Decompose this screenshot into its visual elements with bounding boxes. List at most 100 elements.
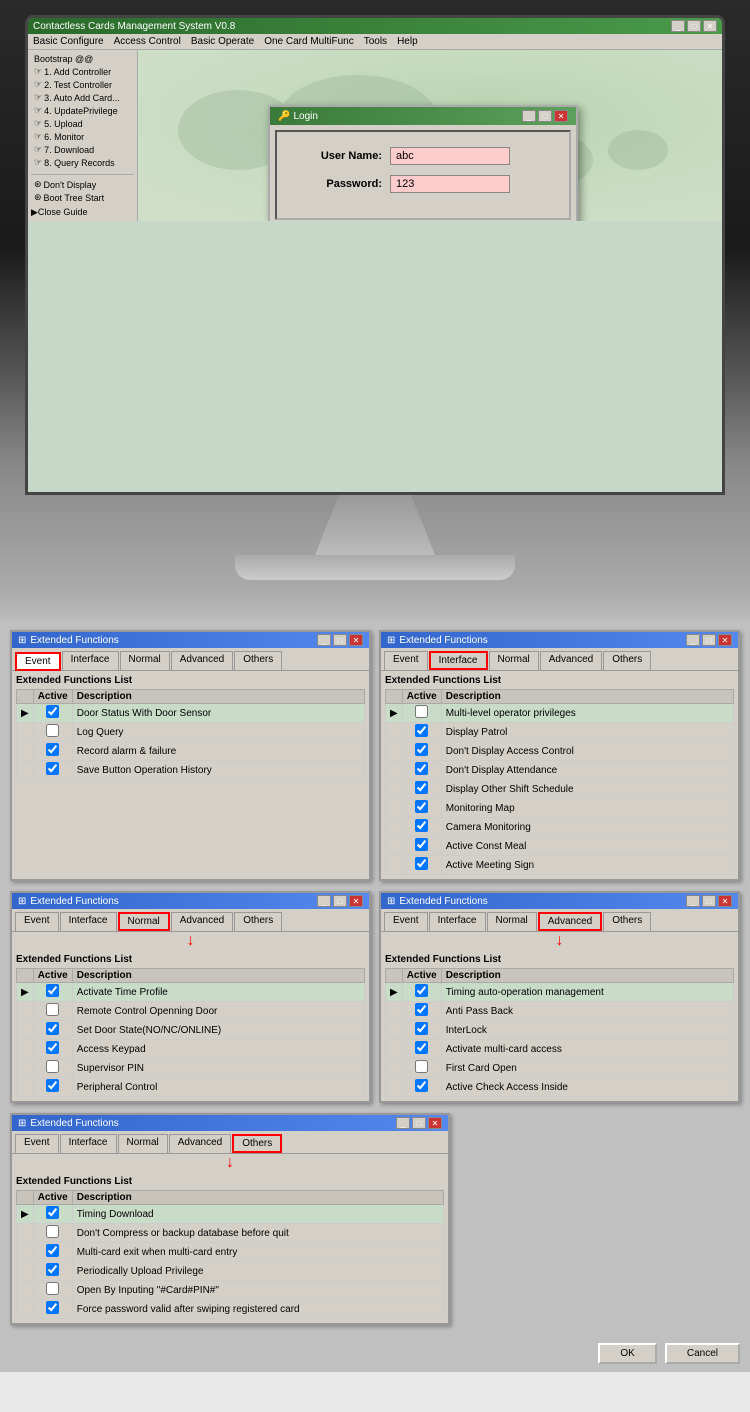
ext-panel-2-close[interactable]: ✕ [718, 634, 732, 646]
row-checkbox[interactable] [46, 1282, 59, 1295]
tab-normal-4[interactable]: Normal [487, 912, 537, 931]
checkbox-cell[interactable] [33, 1224, 72, 1243]
ext-panel-3-minimize[interactable]: _ [317, 895, 331, 907]
ext-panel-4-minimize[interactable]: _ [686, 895, 700, 907]
ext-panel-4-maximize[interactable]: □ [702, 895, 716, 907]
menu-tools[interactable]: Tools [364, 36, 387, 47]
checkbox-cell[interactable] [33, 723, 72, 742]
row-checkbox[interactable] [46, 1041, 59, 1054]
minimize-btn[interactable]: _ [671, 20, 685, 32]
ext-panel-1-minimize[interactable]: _ [317, 634, 331, 646]
login-close-btn[interactable]: ✕ [554, 110, 568, 122]
tab-normal-5[interactable]: Normal [118, 1134, 168, 1153]
tab-normal-2[interactable]: Normal [489, 651, 539, 670]
row-checkbox[interactable] [46, 1206, 59, 1219]
row-checkbox[interactable] [46, 1079, 59, 1092]
tab-event-1[interactable]: Event [15, 652, 61, 671]
checkbox-cell[interactable] [33, 983, 72, 1002]
tab-others-2[interactable]: Others [603, 651, 651, 670]
checkbox-cell[interactable] [33, 1205, 72, 1224]
row-checkbox[interactable] [46, 1263, 59, 1276]
sidebar-auto-add[interactable]: ☞3. Auto Add Card... [31, 91, 134, 104]
row-checkbox[interactable] [415, 819, 428, 832]
sidebar-download[interactable]: ☞7. Download [31, 143, 134, 156]
row-checkbox[interactable] [415, 1003, 428, 1016]
checkbox-cell[interactable] [33, 761, 72, 780]
checkbox-cell[interactable] [33, 1021, 72, 1040]
tab-interface-2[interactable]: Interface [429, 651, 488, 670]
ext-panel-4-close[interactable]: ✕ [718, 895, 732, 907]
checkbox-cell[interactable] [402, 761, 441, 780]
tab-others-1[interactable]: Others [234, 651, 282, 670]
row-checkbox[interactable] [415, 1041, 428, 1054]
checkbox-cell[interactable] [33, 1059, 72, 1078]
checkbox-cell[interactable] [33, 1300, 72, 1319]
row-checkbox[interactable] [46, 1060, 59, 1073]
row-checkbox[interactable] [46, 984, 59, 997]
row-checkbox[interactable] [46, 743, 59, 756]
ext-panel-1-close[interactable]: ✕ [349, 634, 363, 646]
checkbox-cell[interactable] [33, 1262, 72, 1281]
sidebar-query[interactable]: ☞8. Query Records [31, 156, 134, 169]
checkbox-cell[interactable] [33, 742, 72, 761]
checkbox-cell[interactable] [33, 1002, 72, 1021]
sidebar-upload[interactable]: ☞5. Upload [31, 117, 134, 130]
checkbox-cell[interactable] [402, 1040, 441, 1059]
tab-advanced-3[interactable]: Advanced [171, 912, 233, 931]
tab-event-5[interactable]: Event [15, 1134, 59, 1153]
ext-panel-1-maximize[interactable]: □ [333, 634, 347, 646]
tab-advanced-4[interactable]: Advanced [538, 912, 602, 931]
checkbox-cell[interactable] [33, 1243, 72, 1262]
checkbox-cell[interactable] [402, 799, 441, 818]
ext-panel-2-maximize[interactable]: □ [702, 634, 716, 646]
row-checkbox[interactable] [415, 762, 428, 775]
sidebar-add-controller[interactable]: ☞1. Add Controller [31, 65, 134, 78]
row-checkbox[interactable] [46, 1301, 59, 1314]
checkbox-cell[interactable] [402, 983, 441, 1002]
row-checkbox[interactable] [46, 1244, 59, 1257]
row-checkbox[interactable] [46, 1022, 59, 1035]
row-checkbox[interactable] [415, 743, 428, 756]
checkbox-cell[interactable] [33, 1281, 72, 1300]
checkbox-cell[interactable] [402, 1002, 441, 1021]
checkbox-cell[interactable] [402, 1078, 441, 1097]
tab-normal-3[interactable]: Normal [118, 912, 170, 931]
tab-advanced-2[interactable]: Advanced [540, 651, 602, 670]
tab-advanced-1[interactable]: Advanced [171, 651, 233, 670]
sidebar-test-controller[interactable]: ☞2. Test Controller [31, 78, 134, 91]
checkbox-cell[interactable] [402, 704, 441, 723]
checkbox-cell[interactable] [33, 1040, 72, 1059]
row-checkbox[interactable] [46, 705, 59, 718]
tab-event-4[interactable]: Event [384, 912, 428, 931]
ext-panel-3-close[interactable]: ✕ [349, 895, 363, 907]
row-checkbox[interactable] [415, 1079, 428, 1092]
row-checkbox[interactable] [415, 838, 428, 851]
ext-panel-5-minimize[interactable]: _ [396, 1117, 410, 1129]
menu-basic-operate[interactable]: Basic Operate [191, 36, 254, 47]
maximize-btn[interactable]: □ [687, 20, 701, 32]
row-checkbox[interactable] [415, 800, 428, 813]
checkbox-cell[interactable] [33, 1078, 72, 1097]
row-checkbox[interactable] [415, 857, 428, 870]
checkbox-cell[interactable] [402, 1021, 441, 1040]
tab-others-3[interactable]: Others [234, 912, 282, 931]
row-checkbox[interactable] [46, 724, 59, 737]
sidebar-boot-tree[interactable]: ⊛Boot Tree Start [31, 191, 134, 204]
username-input[interactable] [390, 147, 510, 165]
sidebar-monitor[interactable]: ☞6. Monitor [31, 130, 134, 143]
sidebar-update[interactable]: ☞4. UpdatePrivilege [31, 104, 134, 117]
row-checkbox[interactable] [46, 762, 59, 775]
sidebar-close-guide[interactable]: ▶Close Guide [31, 207, 134, 218]
tab-event-3[interactable]: Event [15, 912, 59, 931]
ok-button[interactable]: OK [598, 1343, 656, 1364]
checkbox-cell[interactable] [402, 818, 441, 837]
sidebar-bootstrap[interactable]: Bootstrap @@ [31, 53, 134, 65]
row-checkbox[interactable] [415, 705, 428, 718]
checkbox-cell[interactable] [402, 1059, 441, 1078]
tab-interface-1[interactable]: Interface [62, 651, 119, 670]
ext-panel-5-maximize[interactable]: □ [412, 1117, 426, 1129]
row-checkbox[interactable] [415, 1060, 428, 1073]
checkbox-cell[interactable] [402, 723, 441, 742]
row-checkbox[interactable] [46, 1225, 59, 1238]
ext-panel-2-minimize[interactable]: _ [686, 634, 700, 646]
